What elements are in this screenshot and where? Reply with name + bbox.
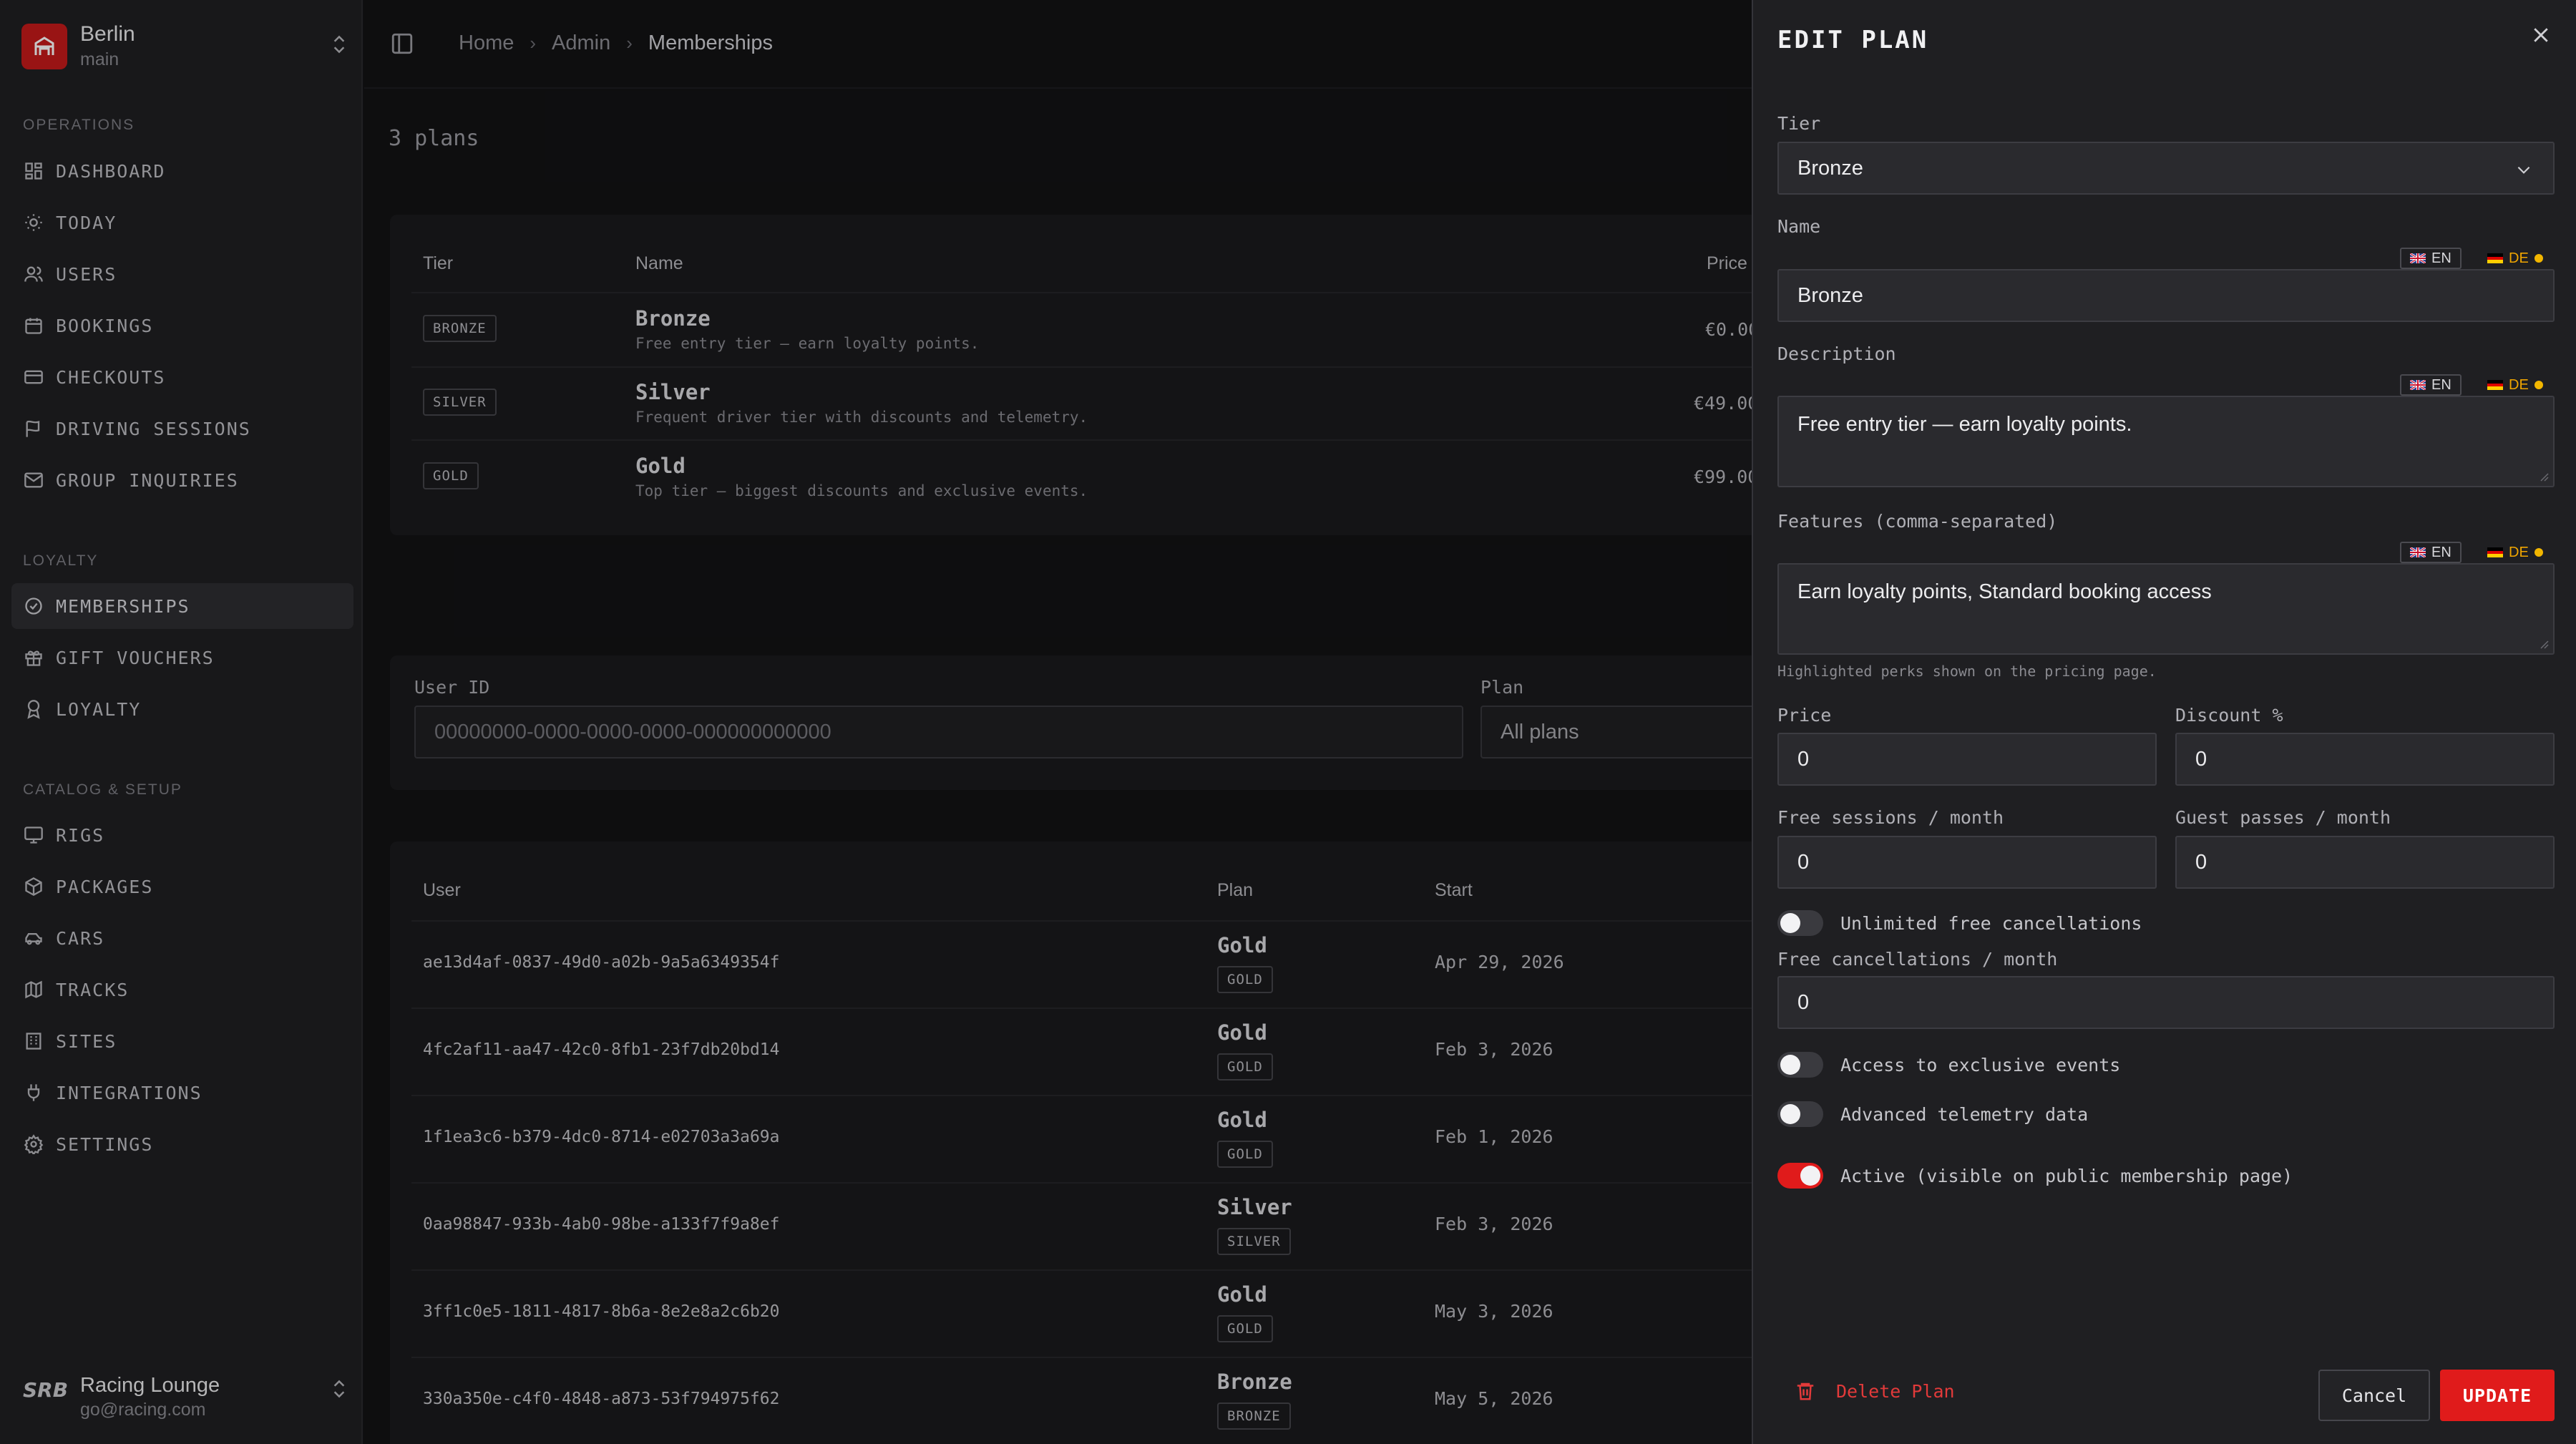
uk-flag-icon (2410, 547, 2426, 557)
features-textarea[interactable]: Earn loyalty points, Standard booking ac… (1777, 563, 2555, 655)
lang-en-label: EN (2431, 250, 2451, 266)
missing-translation-dot (2534, 254, 2543, 263)
drawer-title: EDIT PLAN (1777, 26, 1929, 54)
close-icon[interactable] (2530, 24, 2552, 46)
cancel-button[interactable]: Cancel (2318, 1370, 2430, 1421)
lang-tab-en[interactable]: EN (2400, 248, 2462, 269)
description-text: Free entry tier — earn loyalty points. (1797, 413, 2132, 436)
lang-en-label: EN (2431, 544, 2451, 560)
free-sessions-label: Free sessions / month (1777, 807, 2004, 828)
price-label: Price (1777, 705, 1832, 726)
unlimited-cancellations-label: Unlimited free cancellations (1840, 913, 2142, 934)
lang-de-label: DE (2509, 544, 2529, 560)
price-input[interactable]: 0 (1777, 733, 2157, 786)
features-text: Earn loyalty points, Standard booking ac… (1797, 580, 2212, 603)
lang-tab-en[interactable]: EN (2400, 374, 2462, 396)
lang-tab-de[interactable]: DE (2480, 248, 2550, 269)
guest-passes-input[interactable]: 0 (2175, 836, 2555, 889)
de-flag-icon (2487, 547, 2503, 557)
trash-icon (1797, 1382, 1814, 1400)
uk-flag-icon (2410, 380, 2426, 390)
lang-tab-en[interactable]: EN (2400, 542, 2462, 563)
features-hint: Highlighted perks shown on the pricing p… (1777, 663, 2157, 680)
features-label: Features (comma-separated) (1777, 511, 2058, 532)
missing-translation-dot (2534, 381, 2543, 389)
tier-select-value: Bronze (1797, 156, 1863, 180)
description-label: Description (1777, 343, 1896, 364)
chevron-down-icon (2514, 160, 2533, 179)
unlimited-cancellations-toggle[interactable] (1777, 910, 1823, 936)
active-toggle[interactable] (1777, 1163, 1823, 1189)
free-cancellations-input[interactable]: 0 (1777, 976, 2555, 1029)
uk-flag-icon (2410, 253, 2426, 263)
lang-en-label: EN (2431, 376, 2451, 393)
discount-input[interactable]: 0 (2175, 733, 2555, 786)
lang-tab-de[interactable]: DE (2480, 374, 2550, 396)
exclusive-events-toggle[interactable] (1777, 1052, 1823, 1078)
active-label: Active (visible on public membership pag… (1840, 1166, 2293, 1186)
description-textarea[interactable]: Free entry tier — earn loyalty points. (1777, 396, 2555, 487)
missing-translation-dot (2534, 548, 2543, 557)
lang-de-label: DE (2509, 376, 2529, 393)
edit-plan-drawer: EDIT PLAN Tier Bronze Name EN DE Bronze … (1752, 0, 2576, 1444)
update-button[interactable]: UPDATE (2440, 1370, 2555, 1421)
tier-select[interactable]: Bronze (1777, 142, 2555, 195)
delete-plan-label: Delete Plan (1836, 1380, 1955, 1402)
exclusive-events-label: Access to exclusive events (1840, 1055, 2121, 1075)
telemetry-label: Advanced telemetry data (1840, 1104, 2089, 1125)
resize-handle-icon (2540, 640, 2549, 649)
telemetry-toggle[interactable] (1777, 1101, 1823, 1127)
delete-plan-button[interactable]: Delete Plan (1795, 1380, 1955, 1402)
lang-de-label: DE (2509, 250, 2529, 266)
free-sessions-input[interactable]: 0 (1777, 836, 2157, 889)
discount-label: Discount % (2175, 705, 2283, 726)
de-flag-icon (2487, 380, 2503, 390)
name-label: Name (1777, 216, 1821, 237)
name-input[interactable]: Bronze (1777, 269, 2555, 322)
free-cancellations-label: Free cancellations / month (1777, 949, 2058, 970)
guest-passes-label: Guest passes / month (2175, 807, 2391, 828)
resize-handle-icon (2540, 473, 2549, 482)
overlay-backdrop[interactable] (0, 0, 1752, 1444)
de-flag-icon (2487, 253, 2503, 263)
lang-tab-de[interactable]: DE (2480, 542, 2550, 563)
tier-label: Tier (1777, 113, 1821, 134)
